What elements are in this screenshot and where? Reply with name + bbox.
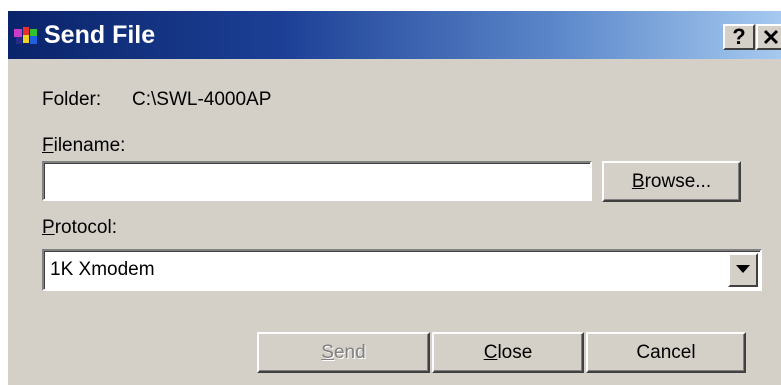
- filename-label: Filename:: [42, 135, 125, 157]
- close-rest: lose: [497, 342, 533, 363]
- send-rest: end: [333, 342, 366, 363]
- send-file-dialog: Send File ? Folder: C:\SWL-4000AP Filena…: [6, 9, 781, 385]
- title-close-button[interactable]: [756, 24, 781, 50]
- window-title: Send File: [44, 21, 156, 49]
- protocol-label-accel: P: [42, 217, 55, 238]
- browse-button[interactable]: Browse...: [602, 161, 741, 202]
- question-mark-icon: ?: [732, 24, 746, 49]
- browse-accel: B: [631, 171, 645, 192]
- close-button[interactable]: Close: [432, 332, 584, 373]
- title-bar[interactable]: Send File ?: [8, 11, 781, 59]
- folder-path: C:\SWL-4000AP: [132, 89, 272, 110]
- triangle-down-icon: [736, 265, 750, 273]
- transfer-app-icon: [14, 27, 37, 44]
- close-accel: C: [483, 342, 498, 363]
- protocol-label: Protocol:: [42, 217, 117, 239]
- close-x-icon: [763, 29, 779, 45]
- folder-label: Folder:: [42, 89, 102, 110]
- send-button[interactable]: Send: [257, 332, 430, 373]
- protocol-selected-value: 1K Xmodem: [50, 259, 155, 280]
- cancel-button[interactable]: Cancel: [586, 332, 746, 373]
- browse-rest: rowse...: [644, 171, 712, 192]
- send-accel: S: [321, 342, 334, 363]
- help-button[interactable]: ?: [723, 24, 755, 50]
- filename-label-rest: ilename:: [53, 135, 126, 156]
- filename-label-accel: F: [42, 135, 54, 156]
- filename-input[interactable]: [42, 161, 592, 201]
- protocol-select[interactable]: 1K Xmodem: [42, 249, 762, 291]
- protocol-dropdown-button[interactable]: [728, 253, 758, 287]
- protocol-label-rest: rotocol:: [54, 217, 117, 238]
